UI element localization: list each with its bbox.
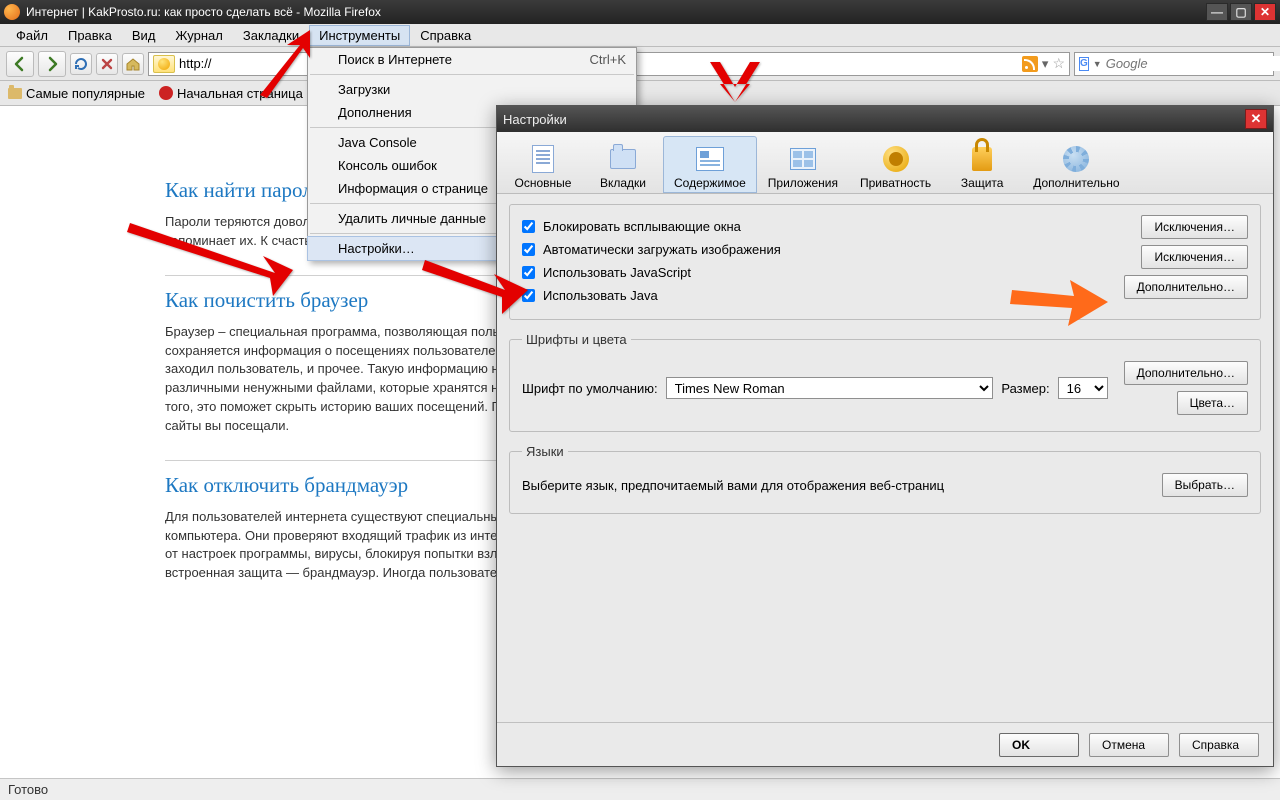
- window-titlebar: Интернет | KakProsto.ru: как просто сдел…: [0, 0, 1280, 24]
- select-font-size[interactable]: 16: [1058, 377, 1108, 399]
- annotation-arrow-red: [700, 62, 770, 122]
- fonts-advanced-button[interactable]: Дополнительно…: [1124, 361, 1248, 385]
- rss-icon[interactable]: [1022, 56, 1038, 72]
- firefox-icon: [4, 4, 20, 20]
- search-bar[interactable]: G ▼ 🔍: [1074, 52, 1274, 76]
- tab-content[interactable]: Содержимое: [663, 136, 757, 193]
- bookmark-star-icon[interactable]: ☆: [1052, 55, 1065, 72]
- search-engine-icon[interactable]: G: [1079, 57, 1089, 71]
- dropdown-icon[interactable]: ▼: [1093, 59, 1102, 69]
- menu-separator: [310, 74, 634, 75]
- site-identity-icon[interactable]: [153, 55, 175, 73]
- options-dialog: Настройки ✕ Основные Вкладки Содержимое …: [496, 105, 1274, 767]
- group-languages: Языки Выберите язык, предпочитаемый вами…: [509, 444, 1261, 514]
- popups-exceptions-button[interactable]: Исключения…: [1141, 215, 1248, 239]
- tab-advanced[interactable]: Дополнительно: [1022, 136, 1130, 193]
- tab-security[interactable]: Защита: [942, 136, 1022, 193]
- search-input[interactable]: [1106, 56, 1280, 71]
- forward-button[interactable]: [38, 51, 66, 77]
- legend-fonts: Шрифты и цвета: [522, 332, 631, 347]
- stop-button[interactable]: [96, 53, 118, 75]
- label-load-images: Автоматически загружать изображения: [543, 242, 781, 257]
- cancel-button[interactable]: Отмена: [1089, 733, 1169, 757]
- annotation-arrow-red: [125, 218, 295, 298]
- back-button[interactable]: [6, 51, 34, 77]
- bookmarks-toolbar: Самые популярные Начальная страница: [0, 81, 1280, 106]
- languages-choose-button[interactable]: Выбрать…: [1162, 473, 1248, 497]
- folder-icon: [8, 88, 22, 99]
- dialog-footer: OK Отмена Справка: [497, 722, 1273, 766]
- label-enable-javascript: Использовать JavaScript: [543, 265, 691, 280]
- tab-privacy[interactable]: Приватность: [849, 136, 942, 193]
- minimize-button[interactable]: —: [1206, 3, 1228, 21]
- label-block-popups: Блокировать всплывающие окна: [543, 219, 741, 234]
- tab-tabs[interactable]: Вкладки: [583, 136, 663, 193]
- home-button[interactable]: [122, 53, 144, 75]
- label-default-font: Шрифт по умолчанию:: [522, 381, 658, 396]
- annotation-arrow-red: [420, 250, 530, 320]
- annotation-arrow-orange: [1010, 272, 1110, 332]
- navigation-toolbar: ▾ ☆ G ▼ 🔍: [0, 47, 1280, 81]
- status-bar: Готово: [0, 778, 1280, 800]
- reload-button[interactable]: [70, 53, 92, 75]
- menubar: Файл Правка Вид Журнал Закладки Инструме…: [0, 24, 1280, 47]
- bookmark-popular[interactable]: Самые популярные: [8, 86, 145, 101]
- menu-edit[interactable]: Правка: [58, 25, 122, 46]
- label-languages-desc: Выберите язык, предпочитаемый вами для о…: [522, 478, 1154, 493]
- dialog-close-button[interactable]: ✕: [1245, 109, 1267, 129]
- status-text: Готово: [8, 782, 48, 797]
- group-webcontent: Блокировать всплывающие окна Автоматичес…: [509, 204, 1261, 320]
- help-button[interactable]: Справка: [1179, 733, 1259, 757]
- maximize-button[interactable]: ▢: [1230, 3, 1252, 21]
- menu-downloads[interactable]: Загрузки: [308, 78, 636, 101]
- images-exceptions-button[interactable]: Исключения…: [1141, 245, 1248, 269]
- select-default-font[interactable]: Times New Roman: [666, 377, 994, 399]
- checkbox-block-popups[interactable]: [522, 220, 535, 233]
- legend-languages: Языки: [522, 444, 568, 459]
- dropdown-icon[interactable]: ▾: [1042, 56, 1049, 72]
- javascript-advanced-button[interactable]: Дополнительно…: [1124, 275, 1248, 299]
- tab-applications[interactable]: Приложения: [757, 136, 849, 193]
- dialog-tabstrip: Основные Вкладки Содержимое Приложения П…: [497, 132, 1273, 194]
- menu-file[interactable]: Файл: [6, 25, 58, 46]
- menu-view[interactable]: Вид: [122, 25, 166, 46]
- ladybug-icon: [159, 86, 173, 100]
- tab-main[interactable]: Основные: [503, 136, 583, 193]
- dialog-title: Настройки: [503, 112, 1245, 127]
- menu-web-search[interactable]: Поиск в ИнтернетеCtrl+K: [308, 48, 636, 71]
- colors-button[interactable]: Цвета…: [1177, 391, 1248, 415]
- close-button[interactable]: ✕: [1254, 3, 1276, 21]
- group-fonts-colors: Шрифты и цвета Шрифт по умолчанию: Times…: [509, 332, 1261, 432]
- annotation-arrow-red: [255, 30, 325, 100]
- ok-button[interactable]: OK: [999, 733, 1079, 757]
- dialog-body: Блокировать всплывающие окна Автоматичес…: [497, 194, 1273, 722]
- window-title: Интернет | KakProsto.ru: как просто сдел…: [26, 5, 1206, 19]
- menu-help[interactable]: Справка: [410, 25, 481, 46]
- label-font-size: Размер:: [1001, 381, 1049, 396]
- label-enable-java: Использовать Java: [543, 288, 658, 303]
- dialog-titlebar: Настройки ✕: [497, 106, 1273, 132]
- menu-history[interactable]: Журнал: [165, 25, 232, 46]
